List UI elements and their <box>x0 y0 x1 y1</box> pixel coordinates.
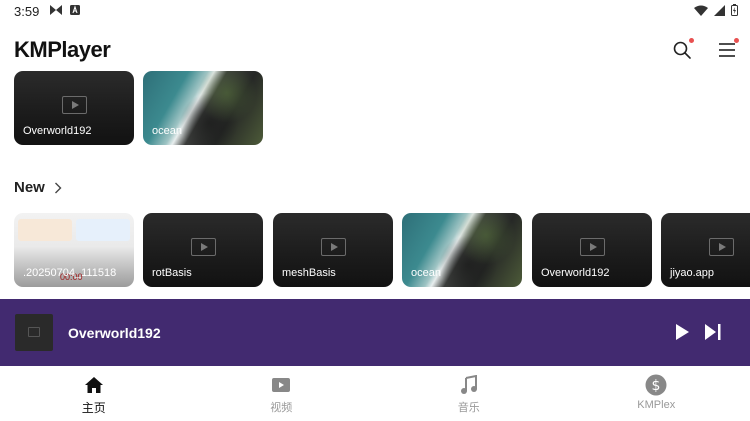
nav-label: 音乐 <box>457 402 480 414</box>
video-title: ocean <box>411 267 441 279</box>
preview-card <box>76 219 130 241</box>
bowtie-icon <box>50 5 62 15</box>
nav-item-music[interactable]: 音乐 <box>375 366 563 421</box>
battery-icon <box>731 4 738 16</box>
video-title: jiyao.app <box>670 267 715 279</box>
video-card[interactable]: ocean <box>143 71 263 145</box>
status-bar: 3:59 <box>0 0 750 24</box>
video-title: .20250704_111518 <box>23 267 117 279</box>
mini-player-thumbnail <box>15 314 53 351</box>
video-placeholder-icon <box>321 238 346 256</box>
video-title: Overworld192 <box>541 267 610 279</box>
wifi-icon <box>694 5 708 16</box>
section-title-new[interactable]: New <box>14 179 45 196</box>
video-placeholder-icon <box>28 327 40 337</box>
video-card[interactable]: rotBasis <box>143 213 263 287</box>
next-button[interactable] <box>702 321 724 343</box>
nav-item-video[interactable]: 视频 <box>188 366 376 421</box>
search-notification-dot <box>689 38 694 43</box>
a-badge-icon <box>70 5 80 15</box>
menu-icon <box>719 43 735 57</box>
video-card[interactable]: jiyao.app <box>661 213 750 287</box>
video-title: rotBasis <box>152 267 192 279</box>
nav-item-home[interactable]: 主页 <box>0 366 188 421</box>
video-icon <box>270 374 292 396</box>
video-placeholder-icon <box>709 238 734 256</box>
video-card[interactable]: meshBasis <box>273 213 393 287</box>
svg-text:$: $ <box>652 378 661 394</box>
mini-player-title: Overworld192 <box>68 325 161 341</box>
video-title: ocean <box>152 125 182 137</box>
play-button[interactable] <box>671 321 693 343</box>
video-placeholder-icon <box>62 96 87 114</box>
search-button[interactable] <box>668 36 696 64</box>
play-icon <box>676 324 689 340</box>
mini-player[interactable]: Overworld192 <box>0 299 750 366</box>
video-placeholder-icon <box>580 238 605 256</box>
home-icon <box>83 374 105 396</box>
video-title: Overworld192 <box>23 125 92 137</box>
status-icons-right <box>694 4 738 16</box>
bottom-nav: 主页 视频 音乐 $ KMPlex <box>0 366 750 421</box>
signal-icon <box>714 4 725 16</box>
status-time: 3:59 <box>14 4 40 19</box>
menu-notification-dot <box>734 38 739 43</box>
video-placeholder-icon <box>191 238 216 256</box>
music-icon <box>458 374 480 396</box>
chevron-right-icon[interactable] <box>54 182 62 194</box>
status-icons-left <box>50 5 80 15</box>
app-logo: KMPlayer <box>14 37 111 62</box>
menu-button[interactable] <box>713 36 741 64</box>
video-card[interactable]: Overworld192 <box>14 71 134 145</box>
video-card[interactable]: 00:00 .20250704_111518 <box>14 213 134 287</box>
video-card[interactable]: ocean <box>402 213 522 287</box>
dollar-icon: $ <box>645 374 667 396</box>
nav-item-kmplex[interactable]: $ KMPlex <box>563 366 750 421</box>
nav-label: 主页 <box>81 401 106 415</box>
skip-next-icon <box>705 324 721 340</box>
nav-label: KMPlex <box>637 399 676 411</box>
video-title: meshBasis <box>282 267 336 279</box>
app-header: KMPlayer <box>0 28 750 72</box>
preview-card <box>18 219 72 241</box>
nav-label: 视频 <box>270 402 293 414</box>
video-card[interactable]: Overworld192 <box>532 213 652 287</box>
search-icon <box>673 41 691 59</box>
